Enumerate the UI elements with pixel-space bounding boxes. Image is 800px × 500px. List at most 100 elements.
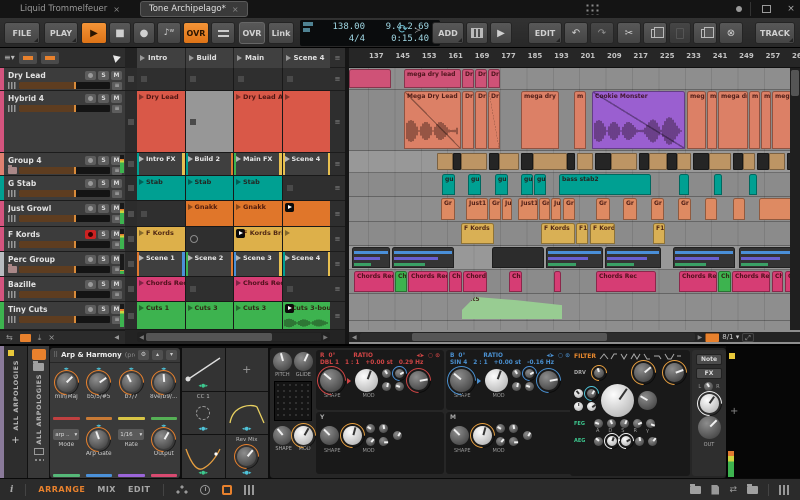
small-knob[interactable] xyxy=(574,389,583,398)
return-to-arrangement-icon[interactable]: ⤓ xyxy=(38,333,42,343)
semitone-value[interactable]: +0.00 st xyxy=(365,360,392,366)
scene-row-options[interactable]: ≡ xyxy=(330,227,345,252)
mod-knob[interactable] xyxy=(294,426,313,445)
arranger-clip-just1[interactable]: Just1 xyxy=(466,198,488,220)
arranger-vertical-scrollbar[interactable] xyxy=(790,68,800,330)
routing-button[interactable]: ≡ xyxy=(112,291,122,299)
arranger-clip-dr[interactable]: Dr xyxy=(475,69,487,88)
scene-row-options[interactable]: ≡ xyxy=(330,176,345,201)
io-routing-icon[interactable] xyxy=(176,485,188,494)
tempo-display[interactable]: 138.00 4/4 xyxy=(313,20,365,46)
clip-gnakk[interactable]: Gnakk xyxy=(234,201,282,226)
shape-knob[interactable] xyxy=(273,426,292,445)
tab-close-icon[interactable]: × xyxy=(232,5,239,14)
arranger-clip-gr[interactable]: Gr xyxy=(623,198,637,220)
add-instrument-button[interactable] xyxy=(466,22,488,44)
arranger-clip-gr[interactable]: Gr xyxy=(651,198,664,220)
timeline-ruler[interactable]: 1371451531611691771851932012092172252332… xyxy=(349,48,800,68)
mute-button[interactable]: M xyxy=(111,94,122,103)
arranger-clip-perc-group[interactable] xyxy=(605,247,661,268)
record-arm-button[interactable] xyxy=(85,230,96,239)
phase-value[interactable]: 0° xyxy=(458,353,465,359)
play-button[interactable]: ▶ xyxy=(81,22,107,44)
undo-button[interactable]: ↶ xyxy=(564,22,588,44)
arranger-clip-gu[interactable]: gu xyxy=(442,174,455,195)
modulator-revmix-slot[interactable]: Rev Mix ◂●▸ xyxy=(226,435,269,478)
solo-button[interactable]: S xyxy=(98,305,109,314)
arranger-clip-gu[interactable]: gu xyxy=(534,174,546,195)
track-tiny-cuts[interactable]: Tiny CutsSM≡ xyxy=(0,302,125,330)
clip-build-2[interactable]: Build 2 xyxy=(186,153,234,175)
small-knob[interactable] xyxy=(395,382,404,391)
zoom-fit-button[interactable]: ⤢ xyxy=(742,333,754,342)
clip-stab[interactable]: Stab xyxy=(137,176,185,200)
file-menu-button[interactable]: FILE xyxy=(4,22,40,44)
filter-key-knob[interactable] xyxy=(665,363,684,382)
small-knob[interactable] xyxy=(525,369,534,378)
project-folder-icon[interactable] xyxy=(690,486,701,494)
scene-row-options[interactable]: ≡ xyxy=(330,277,345,302)
link-button[interactable]: Link xyxy=(268,22,294,44)
window-close-icon[interactable]: × xyxy=(785,3,797,15)
arranger-clip-chords-rec[interactable]: Chords Rec xyxy=(732,271,770,292)
solo-button[interactable]: S xyxy=(98,94,109,103)
scroll-right-button[interactable]: ▶ xyxy=(321,334,330,341)
routing-button[interactable]: ≡ xyxy=(112,105,122,113)
mod-knob[interactable] xyxy=(355,369,378,392)
arranger-clip-mega[interactable]: mega xyxy=(687,91,706,149)
mod-knob[interactable] xyxy=(485,369,508,392)
ratio-value[interactable]: 2 : 1 xyxy=(473,360,487,366)
small-knob[interactable] xyxy=(574,402,583,411)
volume-fader[interactable] xyxy=(19,266,110,273)
arranger-clip-gr[interactable]: Gr xyxy=(489,198,501,220)
clip-chords-rec[interactable]: Chords Rec xyxy=(137,277,185,301)
routing-button[interactable]: ≡ xyxy=(112,190,122,198)
clip-stop-button[interactable] xyxy=(125,227,137,252)
arranger-clip-gr[interactable]: Gr xyxy=(596,198,610,220)
track-menu-button[interactable]: TRACK xyxy=(755,22,795,44)
record-arm-button[interactable] xyxy=(85,71,96,80)
feedback-knob[interactable] xyxy=(539,371,558,390)
arranger-clip-just1[interactable]: Just1 xyxy=(518,198,538,220)
aeg-knob[interactable] xyxy=(635,437,644,446)
mod-knob[interactable] xyxy=(473,426,492,445)
frequency-value[interactable]: 0.29 Hz xyxy=(399,360,424,366)
clip-intro-fx[interactable]: Intro FX xyxy=(137,153,185,175)
clip-chords-rec2[interactable]: Chords Rec2 xyxy=(234,277,282,301)
clip-stop-button[interactable] xyxy=(125,68,137,91)
group-content-block[interactable] xyxy=(743,153,755,170)
grid-settings-button[interactable] xyxy=(705,333,719,342)
track-g-stab[interactable]: G StabSM≡ xyxy=(0,176,125,201)
volume-fader[interactable] xyxy=(19,82,110,89)
arranger-clip-perc-group[interactable] xyxy=(739,247,794,268)
scene-play-icon[interactable] xyxy=(140,55,145,61)
scene-header-main[interactable]: Main xyxy=(234,48,282,68)
file-icon[interactable] xyxy=(711,485,719,495)
group-content-block[interactable] xyxy=(489,153,499,170)
small-knob[interactable] xyxy=(509,424,518,433)
scroll-right-button[interactable]: ▶ xyxy=(698,334,703,341)
record-arm-button[interactable] xyxy=(85,255,96,264)
arranger-clip-mega-dr[interactable]: mega dr xyxy=(718,91,748,149)
modulator-ramp-slot[interactable]: ◂●▸ xyxy=(182,348,225,391)
clip-dry-lead[interactable]: Dry Lead xyxy=(137,91,185,152)
solo-button[interactable]: S xyxy=(98,204,109,213)
arranger-clip-chords-rec[interactable]: Chords Rec xyxy=(408,271,448,292)
scrollbar-handle[interactable] xyxy=(791,70,799,96)
clip-scene-1[interactable]: Scene 1 xyxy=(137,252,185,276)
mod-knob[interactable] xyxy=(343,426,362,445)
track-group-4[interactable]: Group 4SM≡ xyxy=(0,153,125,176)
arranger-clip-gr[interactable]: Gr xyxy=(441,198,455,220)
clip-stab[interactable]: Stab xyxy=(186,176,234,200)
solo-button[interactable]: S xyxy=(98,255,109,264)
arp-gate-knob[interactable] xyxy=(89,430,108,449)
time-signature-value[interactable]: 4/4 xyxy=(313,33,365,45)
arranger-clip-dr[interactable]: Dr xyxy=(462,91,474,149)
arranger-clip-ch[interactable]: Ch xyxy=(395,271,407,292)
clip-stop-button[interactable] xyxy=(125,176,137,201)
group-content-block[interactable] xyxy=(757,153,769,170)
mute-button[interactable]: M xyxy=(111,179,122,188)
small-knob[interactable] xyxy=(512,369,521,378)
phase-mode-icons[interactable]: ○ ⊙ xyxy=(558,353,570,359)
empty-modulator-slot[interactable]: + xyxy=(226,348,269,391)
